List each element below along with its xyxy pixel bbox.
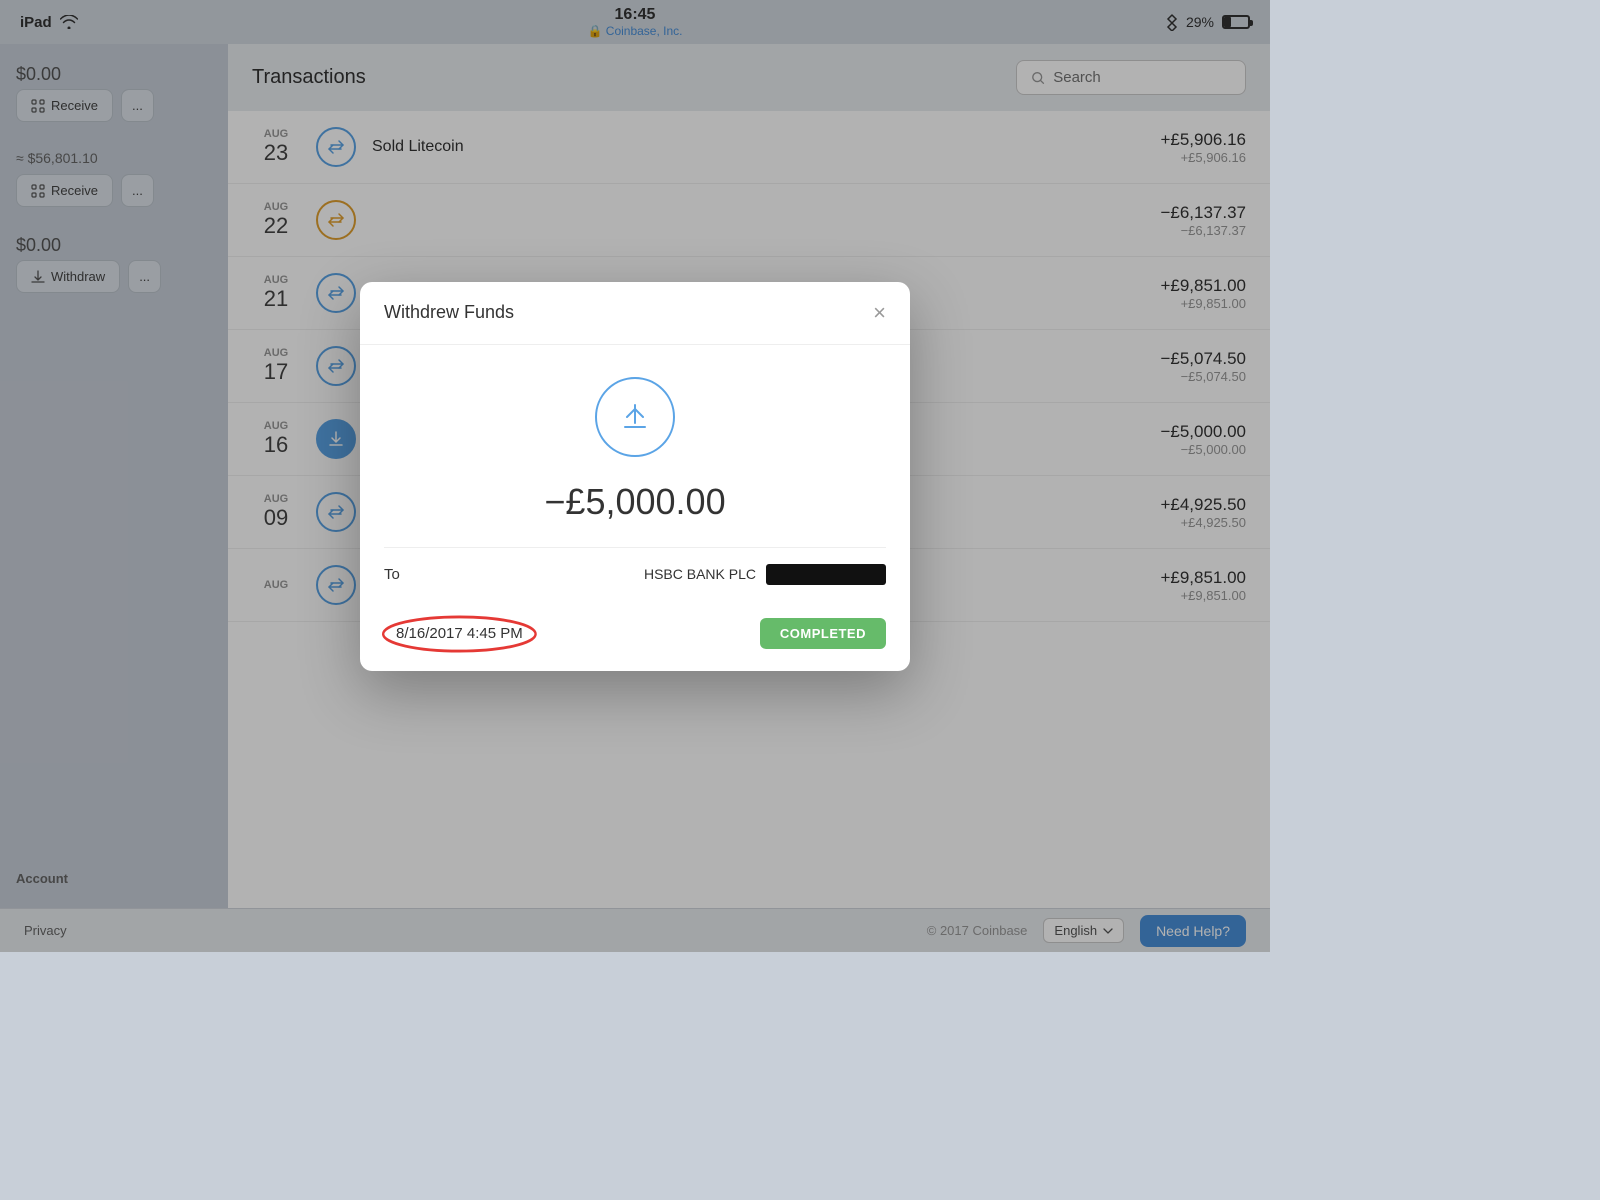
modal-date: 8/16/2017 4:45 PM xyxy=(396,625,523,642)
modal-withdrew-funds: Withdrew Funds × −£5,000.00 To HSBC BANK… xyxy=(360,282,910,671)
modal-bank-name: HSBC BANK PLC xyxy=(644,566,756,582)
modal-overlay: Withdrew Funds × −£5,000.00 To HSBC BANK… xyxy=(0,0,1270,952)
modal-bank-info: HSBC BANK PLC ​ xyxy=(644,564,886,585)
completed-badge: COMPLETED xyxy=(760,618,886,649)
modal-date-row: 8/16/2017 4:45 PM COMPLETED xyxy=(384,601,886,671)
modal-date-container: 8/16/2017 4:45 PM xyxy=(384,617,535,651)
modal-header: Withdrew Funds × xyxy=(360,282,910,345)
modal-to-row: To HSBC BANK PLC ​ xyxy=(384,547,886,601)
modal-title: Withdrew Funds xyxy=(384,302,514,323)
modal-withdraw-icon xyxy=(595,377,675,457)
modal-amount: −£5,000.00 xyxy=(544,481,725,523)
modal-bank-redacted: ​ xyxy=(766,564,886,585)
modal-body: −£5,000.00 To HSBC BANK PLC ​ 8/16/2017 … xyxy=(360,345,910,671)
modal-to-label: To xyxy=(384,566,400,583)
modal-close-button[interactable]: × xyxy=(873,302,886,324)
